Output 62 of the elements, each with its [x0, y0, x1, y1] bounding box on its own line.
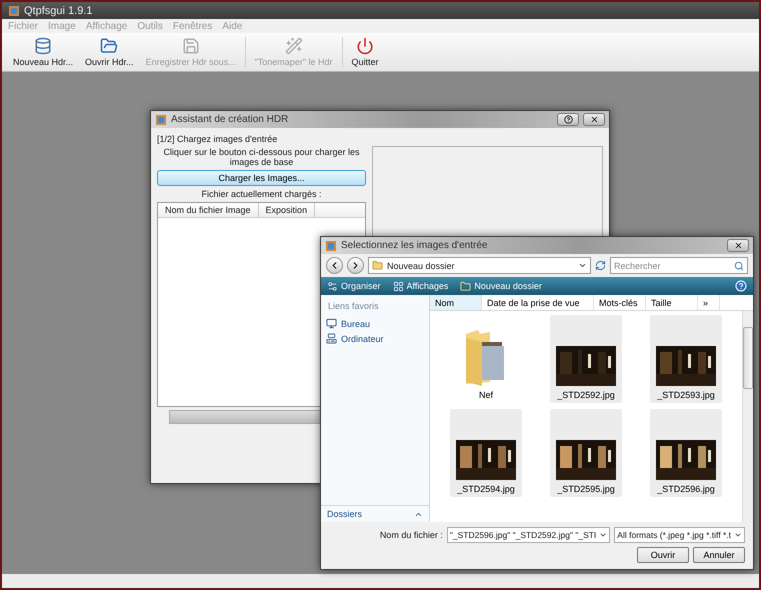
computer-icon — [326, 333, 337, 344]
column-header[interactable]: Nom du fichier Image — [158, 203, 259, 217]
app-icon — [155, 114, 167, 126]
dropdown-icon — [599, 531, 608, 539]
app-icon — [8, 4, 20, 16]
file-item[interactable]: _STD2594.jpg — [450, 409, 522, 497]
refresh-icon[interactable] — [595, 260, 606, 271]
file-item[interactable]: Nef — [450, 315, 522, 403]
file-item[interactable]: _STD2595.jpg — [550, 409, 622, 497]
dialog-title: Assistant de création HDR — [171, 114, 290, 125]
toolbar-button[interactable]: Ouvrir Hdr... — [82, 37, 137, 67]
close-button[interactable] — [583, 113, 605, 126]
filter-dropdown[interactable]: All formats (*.jpeg *.jpg *.tiff *.t — [614, 527, 745, 543]
dialog-button[interactable]: Ouvrir — [637, 547, 689, 563]
search-field[interactable]: Rechercher — [610, 257, 748, 274]
folder-icon — [460, 280, 472, 292]
back-button[interactable] — [326, 257, 343, 274]
wand-icon — [284, 37, 303, 55]
toolbar-button[interactable]: Affichages — [392, 280, 448, 292]
file-item[interactable]: _STD2596.jpg — [650, 409, 722, 497]
help-icon[interactable] — [735, 280, 747, 292]
file-item[interactable]: _STD2593.jpg — [650, 315, 722, 403]
settings-icon — [327, 280, 338, 292]
monitor-icon — [326, 318, 337, 329]
dialog-title: Selectionnez les images d'entrée — [341, 240, 488, 251]
search-icon — [734, 260, 744, 270]
file-item[interactable]: _STD2592.jpg — [550, 315, 622, 403]
column-header[interactable]: Nom — [430, 295, 482, 310]
dropdown-icon — [578, 261, 587, 270]
instruction-text: Cliquer sur le bouton ci-dessous pour charger les images de base — [162, 147, 361, 167]
window-title: Qtpfsgui 1.9.1 — [24, 4, 92, 16]
path-field[interactable]: Nouveau dossier — [368, 257, 591, 274]
database-icon — [34, 37, 52, 55]
filename-field[interactable]: "_STD2596.jpg" "_STD2592.jpg" "_STI — [446, 527, 610, 543]
help-button[interactable] — [557, 113, 579, 126]
toolbar-button[interactable]: Nouveau dossier — [460, 280, 542, 292]
column-header[interactable]: Exposition — [258, 203, 316, 217]
folders-bar[interactable]: Dossiers — [321, 505, 429, 522]
dialog-button[interactable]: Annuler — [693, 547, 745, 563]
nav-item[interactable]: Ordinateur — [321, 331, 429, 346]
app-icon — [325, 240, 337, 252]
toolbar-button[interactable]: Quitter — [348, 37, 382, 67]
toolbar-button[interactable]: Organiser — [327, 280, 381, 292]
help-icon — [564, 115, 572, 124]
power-icon — [356, 37, 374, 55]
folder-icon — [100, 37, 118, 55]
step-title: [1/2] Chargez images d'entrée — [157, 134, 278, 144]
filename-label: Nom du fichier : — [380, 530, 443, 540]
close-icon — [590, 115, 598, 124]
forward-button[interactable] — [347, 257, 364, 274]
files-label: Fichier actuellement chargés : — [200, 189, 323, 199]
folder-icon — [372, 260, 383, 271]
dropdown-icon — [734, 531, 742, 539]
nav-item[interactable]: Bureau — [321, 316, 429, 331]
load-images-button[interactable]: Charger les Images... — [157, 170, 366, 186]
favorites-title: Liens favoris — [327, 301, 380, 313]
close-icon — [734, 241, 742, 250]
toolbar-button[interactable]: Nouveau Hdr... — [10, 37, 76, 67]
scrollbar[interactable] — [742, 311, 753, 522]
path-text: Nouveau dossier — [387, 260, 456, 270]
grid-icon — [392, 280, 404, 292]
close-button[interactable] — [727, 239, 749, 252]
